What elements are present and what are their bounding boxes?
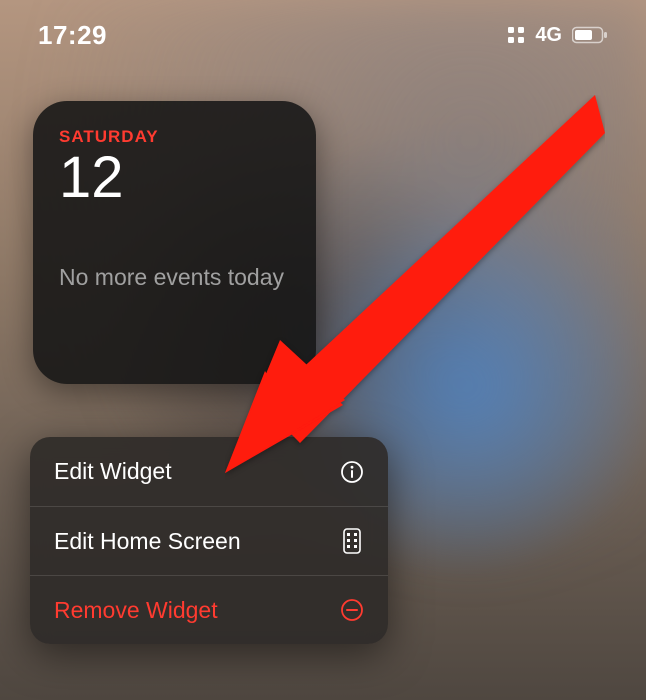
remove-minus-circle-icon	[338, 598, 366, 622]
network-label: 4G	[535, 24, 562, 47]
calendar-date-number: 12	[59, 149, 290, 207]
blurred-home-screen-background: 17:29 4G SATURDAY 12 No	[0, 0, 646, 700]
widget-context-menu: Edit Widget Edit Home Screen	[30, 437, 388, 644]
menu-item-label: Remove Widget	[54, 597, 218, 624]
home-screen-grid-icon	[338, 528, 366, 554]
calendar-day-label: SATURDAY	[59, 127, 290, 147]
calendar-events-summary: No more events today	[59, 263, 289, 293]
calendar-widget[interactable]: SATURDAY 12 No more events today	[33, 101, 316, 384]
battery-icon	[572, 26, 608, 44]
menu-item-edit-home-screen[interactable]: Edit Home Screen	[30, 506, 388, 575]
info-icon	[338, 460, 366, 484]
menu-item-label: Edit Home Screen	[54, 528, 241, 555]
status-time: 17:29	[38, 20, 107, 51]
status-grid-icon	[507, 26, 525, 44]
status-indicators: 4G	[507, 24, 608, 47]
menu-item-edit-widget[interactable]: Edit Widget	[30, 437, 388, 506]
menu-item-label: Edit Widget	[54, 458, 172, 485]
status-bar: 17:29 4G	[0, 0, 646, 70]
menu-item-remove-widget[interactable]: Remove Widget	[30, 575, 388, 644]
